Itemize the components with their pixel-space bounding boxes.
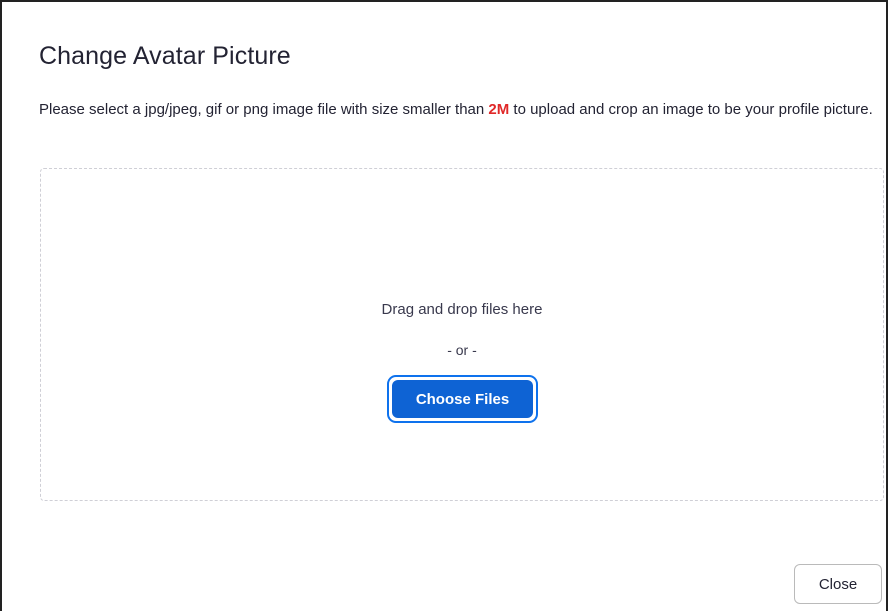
drag-drop-text: Drag and drop files here [381,301,543,318]
dialog-title: Change Avatar Picture [39,42,291,70]
instructions-text: Please select a jpg/jpeg, gif or png ima… [39,97,875,122]
instructions-after: to upload and crop an image to be your p… [509,101,873,118]
change-avatar-dialog: Change Avatar Picture Please select a jp… [0,0,888,611]
close-button[interactable]: Close [794,564,882,604]
choose-files-label: Choose Files [392,380,533,418]
or-separator: - or - [447,342,477,358]
choose-files-button[interactable]: Choose Files [387,375,538,423]
instructions-before: Please select a jpg/jpeg, gif or png ima… [39,101,489,118]
file-drop-zone[interactable]: Drag and drop files here - or - Choose F… [40,168,884,501]
size-limit: 2M [488,101,510,118]
